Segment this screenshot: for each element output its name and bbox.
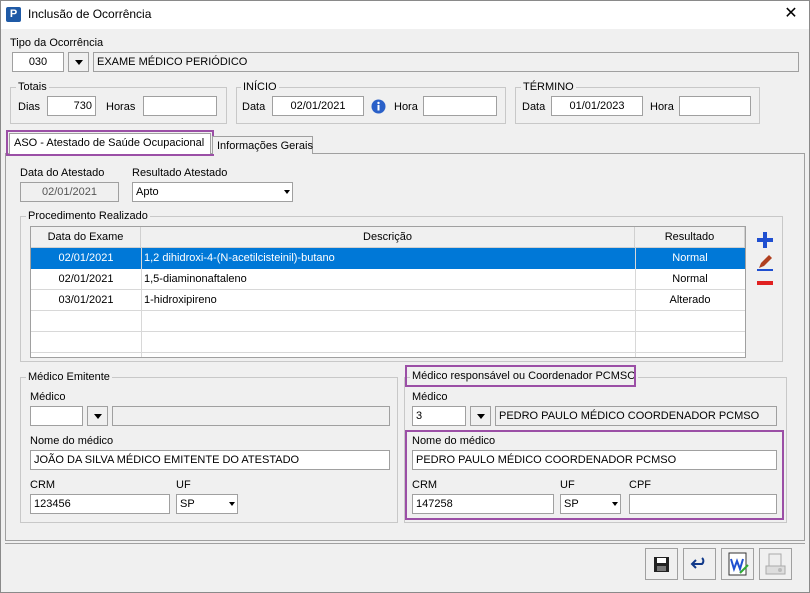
undo-button[interactable] bbox=[683, 548, 716, 580]
coordenador-medico-label: Médico bbox=[412, 391, 448, 403]
emitente-legend: Médico Emitente bbox=[26, 371, 112, 383]
cell-descricao[interactable]: 1,5-diaminonaftaleno bbox=[144, 269, 632, 290]
cell-descricao[interactable]: 1-hidroxipireno bbox=[144, 290, 632, 311]
totais-legend: Totais bbox=[16, 81, 49, 93]
coordenador-crm-label: CRM bbox=[412, 479, 438, 491]
grid-line bbox=[31, 310, 745, 311]
horas-label: Horas bbox=[106, 101, 136, 113]
resultado-atestado-label: Resultado Atestado bbox=[132, 167, 228, 179]
coordenador-nome-label: Nome do médico bbox=[412, 435, 496, 447]
resultado-atestado-value: Apto bbox=[136, 186, 159, 198]
procedimento-grid[interactable]: Data do Exame Descrição Resultado 02/01/… bbox=[30, 226, 746, 358]
emitente-uf-value: SP bbox=[180, 498, 195, 510]
tipo-label: Tipo da Ocorrência bbox=[10, 37, 104, 49]
termino-hora-input[interactable] bbox=[679, 96, 751, 116]
edit-icon[interactable] bbox=[756, 253, 774, 271]
coordenador-medico-code[interactable]: 3 bbox=[412, 406, 466, 426]
cell-resultado[interactable]: Normal bbox=[635, 269, 745, 290]
emitente-uf-label: UF bbox=[176, 479, 191, 491]
report-button[interactable] bbox=[721, 548, 754, 580]
data-atestado-input[interactable]: 02/01/2021 bbox=[20, 182, 119, 202]
emitente-nome-label: Nome do médico bbox=[30, 435, 114, 447]
termino-hora-label: Hora bbox=[650, 101, 674, 113]
grid-line bbox=[141, 248, 142, 357]
emitente-medico-code[interactable] bbox=[30, 406, 83, 426]
inicio-data-label: Data bbox=[242, 101, 266, 113]
emitente-medico-description bbox=[112, 406, 390, 426]
emitente-nome-input[interactable]: JOÃO DA SILVA MÉDICO EMITENTE DO ATESTAD… bbox=[30, 450, 390, 470]
emitente-crm-label: CRM bbox=[30, 479, 56, 491]
chevron-down-icon bbox=[229, 502, 235, 506]
chevron-down-icon bbox=[284, 190, 290, 194]
tipo-dropdown-button[interactable] bbox=[68, 52, 89, 72]
app-icon: P bbox=[6, 7, 21, 22]
column-header-descricao[interactable]: Descrição bbox=[141, 227, 635, 248]
print-icon bbox=[765, 553, 786, 575]
coordenador-medico-description: PEDRO PAULO MÉDICO COORDENADOR PCMSO bbox=[495, 406, 777, 426]
divider bbox=[5, 543, 805, 544]
termino-data-input[interactable]: 01/01/2023 bbox=[551, 96, 643, 116]
inicio-data-input[interactable]: 02/01/2021 bbox=[272, 96, 364, 116]
cell-descricao: 1,2 dihidroxi-4-(N-acetilcisteinil)-buta… bbox=[144, 252, 335, 264]
coordenador-cpf-input[interactable] bbox=[629, 494, 777, 514]
print-button[interactable] bbox=[759, 548, 792, 580]
grid-line bbox=[635, 248, 636, 357]
cell-data[interactable]: 03/01/2021 bbox=[31, 290, 141, 311]
save-icon bbox=[654, 557, 669, 572]
window-title: Inclusão de Ocorrência bbox=[28, 7, 152, 21]
coordenador-legend-highlight bbox=[405, 365, 636, 387]
info-icon[interactable] bbox=[371, 99, 386, 114]
grid-line bbox=[31, 331, 745, 332]
tipo-description: EXAME MÉDICO PERIÓDICO bbox=[93, 52, 799, 72]
coordenador-uf-label: UF bbox=[560, 479, 575, 491]
emitente-medico-label: Médico bbox=[30, 391, 66, 403]
close-icon[interactable]: ✕ bbox=[780, 3, 802, 25]
document-icon bbox=[728, 552, 749, 576]
cell-data[interactable]: 02/01/2021 bbox=[31, 269, 141, 290]
cell-data: 02/01/2021 bbox=[58, 252, 114, 264]
column-header-resultado[interactable]: Resultado bbox=[635, 227, 745, 248]
termino-legend: TÉRMINO bbox=[521, 81, 576, 93]
emitente-medico-dropdown[interactable] bbox=[87, 406, 108, 426]
coordenador-uf-select[interactable]: SP bbox=[560, 494, 621, 514]
column-header-data[interactable]: Data do Exame bbox=[31, 227, 141, 248]
inicio-legend: INÍCIO bbox=[241, 81, 279, 93]
tipo-code-input[interactable]: 030 bbox=[12, 52, 64, 72]
emitente-uf-select[interactable]: SP bbox=[176, 494, 238, 514]
dias-input[interactable]: 730 bbox=[47, 96, 96, 116]
coordenador-crm-input[interactable]: 147258 bbox=[412, 494, 554, 514]
chevron-down-icon bbox=[612, 502, 618, 506]
data-atestado-label: Data do Atestado bbox=[20, 167, 105, 179]
cell-resultado[interactable]: Alterado bbox=[635, 290, 745, 311]
grid-line bbox=[31, 289, 745, 290]
termino-data-label: Data bbox=[522, 101, 546, 113]
add-icon[interactable] bbox=[756, 231, 774, 249]
tab-aso-highlight bbox=[6, 130, 214, 156]
coordenador-nome-input[interactable]: PEDRO PAULO MÉDICO COORDENADOR PCMSO bbox=[412, 450, 777, 470]
coordenador-cpf-label: CPF bbox=[629, 479, 651, 491]
procedimento-legend: Procedimento Realizado bbox=[26, 210, 150, 222]
dias-label: Dias bbox=[18, 101, 41, 113]
inicio-hora-input[interactable] bbox=[423, 96, 497, 116]
tab-informacoes-gerais[interactable]: Informações Gerais bbox=[212, 136, 313, 154]
cell-resultado: Normal bbox=[672, 252, 708, 264]
inicio-hora-label: Hora bbox=[394, 101, 418, 113]
save-button[interactable] bbox=[645, 548, 678, 580]
coordenador-medico-dropdown[interactable] bbox=[470, 406, 491, 426]
undo-icon bbox=[690, 557, 705, 569]
coordenador-uf-value: SP bbox=[564, 498, 579, 510]
resultado-atestado-select[interactable]: Apto bbox=[132, 182, 293, 202]
emitente-crm-input[interactable]: 123456 bbox=[30, 494, 170, 514]
horas-input[interactable] bbox=[143, 96, 217, 116]
remove-icon[interactable] bbox=[756, 276, 774, 290]
grid-line bbox=[31, 352, 745, 353]
